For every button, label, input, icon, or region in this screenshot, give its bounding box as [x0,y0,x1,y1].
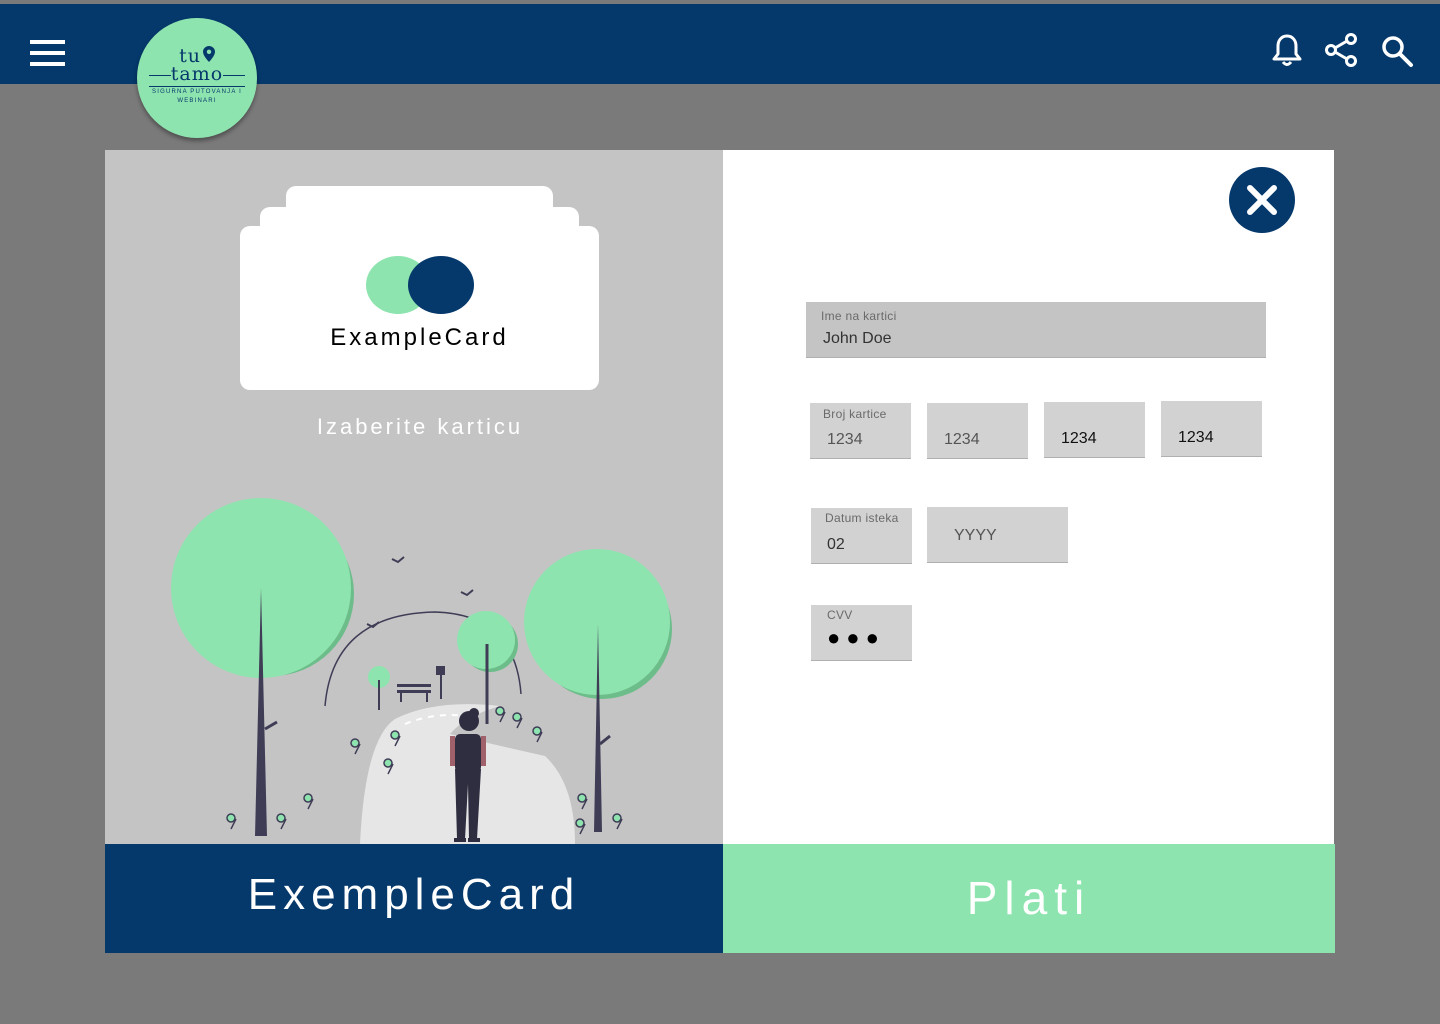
card-name: ExampleCard [330,324,509,351]
payment-form-panel: Ime na kartici Broj kartice Datum isteka… [723,150,1334,844]
cvv-masked-value[interactable]: ●●● [827,625,885,651]
bell-icon[interactable] [1269,32,1305,68]
choose-card-label: Izaberite karticu [316,414,524,439]
card-number-input-2[interactable] [927,428,1028,452]
card-number-field-1[interactable]: Broj kartice [810,403,911,459]
search-icon[interactable] [1380,34,1416,70]
expiry-month-input[interactable] [811,533,912,557]
card-number-label: Broj kartice [823,407,887,421]
brand-logo[interactable]: tu tamo SIGURNA PUTOVANJA I WEBINARI [137,18,257,138]
card-number-field-4[interactable] [1161,401,1262,457]
card-number-field-3[interactable] [1044,402,1145,458]
pay-button[interactable]: Plati [723,844,1335,953]
expiry-year-field[interactable] [927,507,1068,563]
card-brand-icon [366,256,474,314]
logo-rule-right [223,75,245,76]
card-number-input-3[interactable] [1044,427,1145,451]
expiry-year-input[interactable] [927,524,1068,548]
close-icon [1247,185,1277,215]
card-number-input-1[interactable] [810,428,911,452]
location-pin-icon [202,46,215,62]
expiry-label: Datum isteka [825,511,899,525]
cardholder-name-field[interactable]: Ime na kartici [806,302,1266,358]
cvv-label: CVV [827,608,853,622]
card-selector-panel: ExampleCard Izaberite karticu [105,150,723,844]
selected-card-label: ExempleCard [105,844,723,953]
share-icon[interactable] [1323,32,1359,68]
cardholder-name-input[interactable] [806,327,1266,351]
park-illustration [171,498,672,844]
logo-tagline: SIGURNA PUTOVANJA I WEBINARI [152,89,242,104]
menu-icon[interactable] [30,40,65,68]
card-option[interactable]: ExampleCard [240,226,599,390]
close-button[interactable] [1229,167,1295,233]
card-number-field-2[interactable] [927,403,1028,459]
card-number-input-4[interactable] [1161,426,1262,450]
expiry-month-field[interactable]: Datum isteka [811,508,912,564]
cvv-field[interactable]: CVV ●●● [811,605,912,661]
cardholder-name-label: Ime na kartici [821,309,897,323]
logo-rule-bottom [149,86,245,87]
